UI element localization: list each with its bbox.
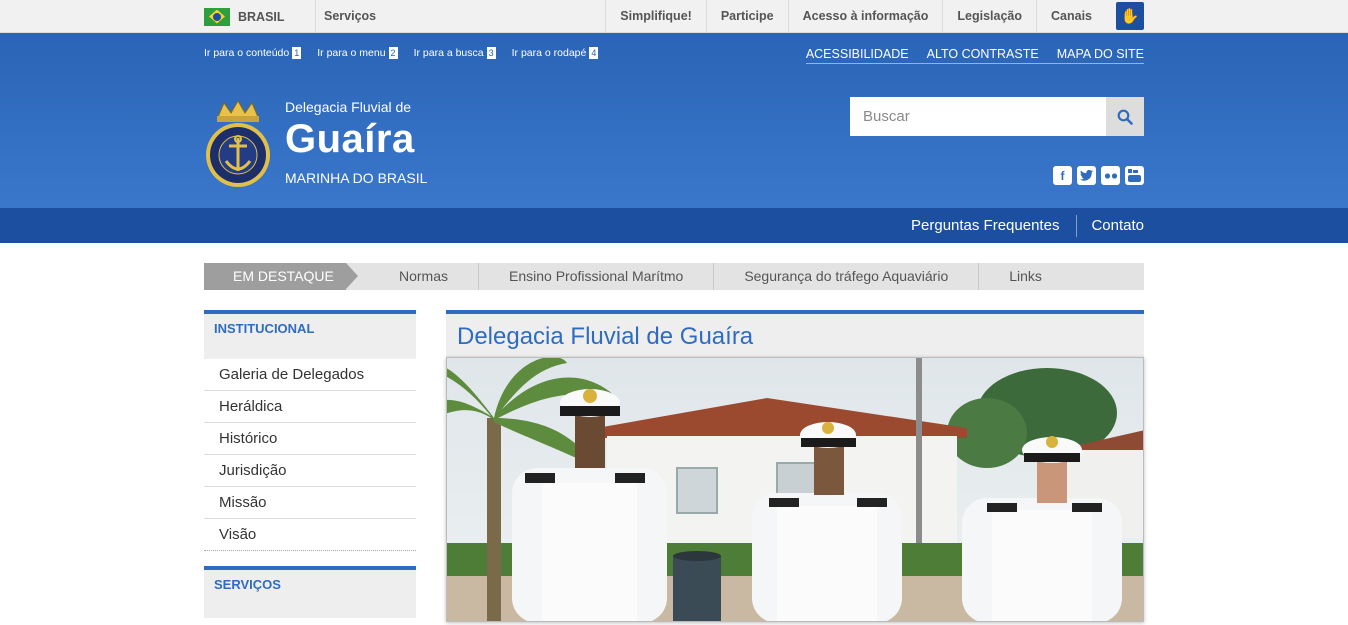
accessibility-link[interactable]: ACESSIBILIDADE xyxy=(806,47,909,61)
site-header: Ir para o conteúdo 1 Ir para o menu 2 Ir p… xyxy=(0,33,1348,208)
sidebar-item-galeria-delegados[interactable]: Galeria de Delegados xyxy=(204,359,416,391)
gov-link-canais[interactable]: Canais xyxy=(1036,0,1106,33)
highlight-link-links[interactable]: Links xyxy=(978,263,1072,290)
services-link[interactable]: Serviços xyxy=(324,0,376,33)
sidebar: INSTITUCIONAL Galeria de Delegados Herál… xyxy=(204,310,416,618)
gov-link-participe[interactable]: Participe xyxy=(705,0,788,33)
sidebar-item-visao[interactable]: Visão xyxy=(204,519,416,551)
contact-link[interactable]: Contato xyxy=(1091,217,1144,234)
subnav-divider xyxy=(1076,214,1078,237)
site-subtitle: MARINHA DO BRASIL xyxy=(285,170,428,186)
sidebar-item-heraldica[interactable]: Heráldica xyxy=(204,391,416,423)
highlight-link-normas[interactable]: Normas xyxy=(359,263,478,290)
page-title: Delegacia Fluvial de Guaíra xyxy=(446,310,1144,357)
site-pretitle: Delegacia Fluvial de xyxy=(285,99,412,115)
highlight-tag: EM DESTAQUE xyxy=(204,263,358,290)
brasil-link[interactable]: BRASIL xyxy=(204,0,316,33)
main-content: Delegacia Fluvial de Guaíra xyxy=(446,310,1144,622)
site-title[interactable]: Guaíra xyxy=(285,117,415,162)
secondary-navigation: Perguntas Frequentes Contato xyxy=(0,208,1348,243)
highlight-link-ensino[interactable]: Ensino Profissional Marítmo xyxy=(478,263,713,290)
navy-emblem-logo[interactable] xyxy=(204,101,272,189)
youtube-icon[interactable] xyxy=(1125,166,1144,185)
sidebar-item-missao[interactable]: Missão xyxy=(204,487,416,519)
facebook-icon[interactable]: f xyxy=(1053,166,1072,185)
skip-links: Ir para o conteúdo 1 Ir para o menu 2 Ir p… xyxy=(204,47,599,59)
high-contrast-link[interactable]: ALTO CONTRASTE xyxy=(927,47,1039,61)
brazil-flag-icon xyxy=(204,7,230,26)
gov-link-simplifique[interactable]: Simplifique! xyxy=(605,0,706,33)
government-bar: BRASIL Serviços Simplifique! Participe A… xyxy=(0,0,1348,33)
gov-link-legislacao[interactable]: Legislação xyxy=(942,0,1036,33)
search-input[interactable]: Buscar xyxy=(850,97,1106,136)
accessibility-vlibras-icon[interactable]: ✋ xyxy=(1116,2,1144,30)
twitter-icon[interactable] xyxy=(1077,166,1096,185)
sidebar-section-institucional: INSTITUCIONAL xyxy=(204,310,416,359)
highlight-bar: EM DESTAQUE Normas Ensino Profissional M… xyxy=(204,263,1144,290)
search-icon xyxy=(1117,109,1133,125)
skip-to-menu[interactable]: Ir para o menu 2 xyxy=(317,47,398,59)
sidebar-item-jurisdicao[interactable]: Jurisdição xyxy=(204,455,416,487)
skip-to-footer[interactable]: Ir para o rodapé 4 xyxy=(512,47,599,59)
sidebar-item-historico[interactable]: Histórico xyxy=(204,423,416,455)
gov-link-acesso-informacao[interactable]: Acesso à informação xyxy=(787,0,943,33)
search-box: Buscar xyxy=(850,97,1144,136)
skip-to-search[interactable]: Ir para a busca 3 xyxy=(414,47,496,59)
search-button[interactable] xyxy=(1106,97,1144,136)
skip-to-content[interactable]: Ir para o conteúdo 1 xyxy=(204,47,302,59)
officers-photo xyxy=(446,357,1144,622)
site-map-link[interactable]: MAPA DO SITE xyxy=(1057,47,1144,61)
social-links: f xyxy=(1053,166,1144,185)
faq-link[interactable]: Perguntas Frequentes xyxy=(911,217,1059,234)
brasil-label: BRASIL xyxy=(238,9,285,24)
highlight-link-seguranca[interactable]: Segurança do tráfego Aquaviário xyxy=(713,263,978,290)
flickr-icon[interactable] xyxy=(1101,166,1120,185)
sidebar-section-servicos: SERVIÇOS xyxy=(204,566,416,618)
